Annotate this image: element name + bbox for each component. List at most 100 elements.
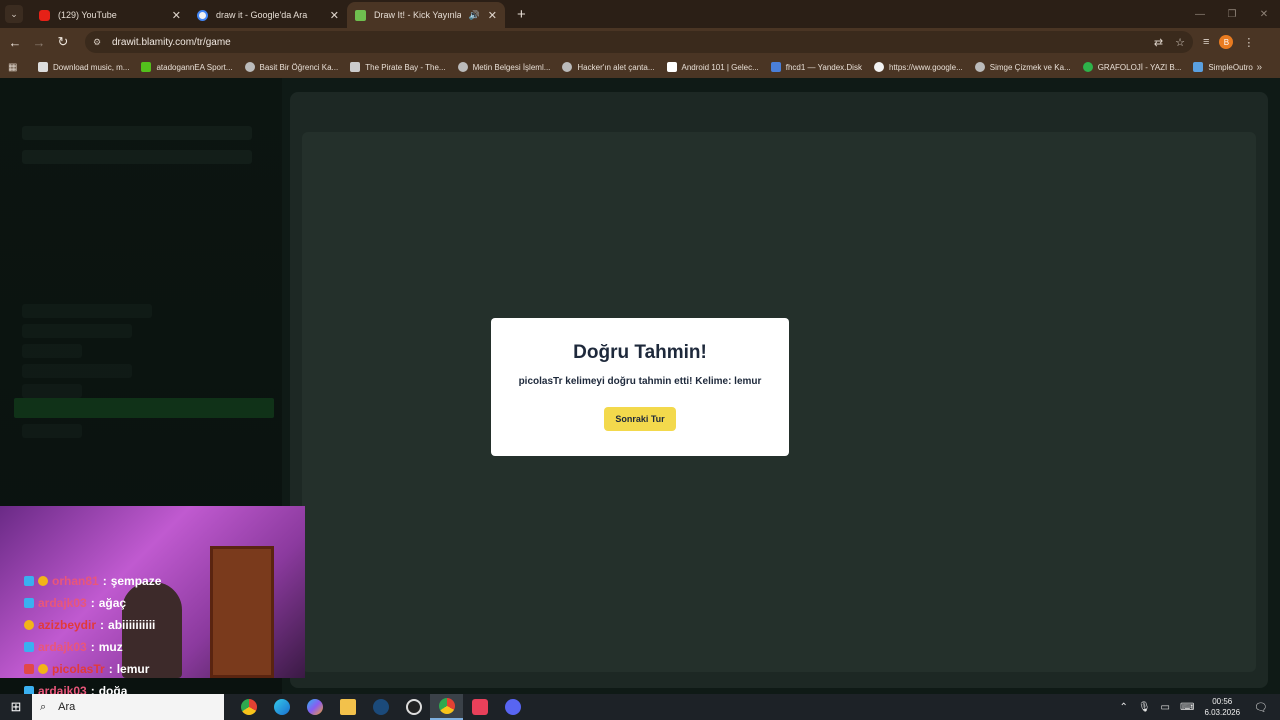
bookmark-item[interactable]: Metin Belgesi İşleml...: [457, 62, 550, 72]
profile-avatar[interactable]: B: [1219, 35, 1234, 49]
bookmark-item[interactable]: Android 101 | Gelec...: [666, 62, 759, 72]
tab-drawit[interactable]: Draw It! - Kick Yayınları İçin 🔊 ✕: [347, 2, 505, 28]
browser-toolbar: ← → ↻ ⚙ drawit.blamity.com/tr/game ⇄ ☆ ≡…: [0, 28, 1280, 56]
chrome-app[interactable]: [232, 694, 265, 720]
pocket-app[interactable]: [463, 694, 496, 720]
bookmark-item[interactable]: fhcd1 — Yandex.Disk: [770, 62, 862, 72]
pirate-bay-icon: [350, 62, 361, 72]
steam-icon: [372, 699, 389, 715]
globe-icon: [244, 62, 255, 72]
chat-text: muz: [98, 640, 123, 654]
address-bar[interactable]: ⚙ drawit.blamity.com/tr/game ⇄ ☆: [85, 31, 1193, 53]
new-tab-button[interactable]: +: [517, 6, 526, 23]
chat-username: ardajk03: [38, 640, 87, 654]
system-tray: ⌃ 🎙 ▭ ⌨ 00:56 6.03.2026 🗨: [1119, 694, 1280, 720]
tab-title: (129) YouTube: [58, 10, 117, 20]
globe-icon: [562, 62, 573, 72]
correct-guess-modal: Doğru Tahmin! picolasTr kelimeyi doğru t…: [491, 318, 789, 456]
edge-icon: [273, 699, 290, 715]
yandex-disk-icon: [770, 62, 781, 72]
folder-icon: [339, 699, 356, 715]
microphone-icon[interactable]: 🎙: [1138, 702, 1151, 713]
chat-separator: :: [102, 574, 107, 588]
close-icon[interactable]: ✕: [488, 9, 497, 22]
game-page: orhan81 : şempaze ardajk03 : ağaç azizbe…: [0, 78, 1280, 694]
tab-youtube[interactable]: (129) YouTube ✕: [31, 2, 189, 28]
badge-icon: [24, 620, 34, 630]
chrome-icon: [240, 699, 257, 715]
window-controls: — ❐ ✕: [1184, 0, 1280, 28]
copilot-app[interactable]: [298, 694, 331, 720]
translate-icon[interactable]: ⇄: [1154, 36, 1163, 49]
player-row: [22, 126, 252, 140]
chat-message: ardajk03 : doğa: [24, 680, 304, 694]
forward-icon[interactable]: →: [27, 35, 51, 50]
edge-app[interactable]: [265, 694, 298, 720]
pocket-icon: [471, 699, 488, 715]
chat-text: ağaç: [98, 596, 127, 610]
chat-history-row: [22, 424, 82, 438]
bookmark-star-icon[interactable]: ☆: [1175, 36, 1185, 49]
reload-icon[interactable]: ↻: [51, 34, 75, 50]
windows-taskbar: ⊞ ⌕ Ara ⌃ 🎙 ▭ ⌨ 00:56 6.03.2026 🗨: [0, 694, 1280, 720]
file-explorer-app[interactable]: [331, 694, 364, 720]
chat-text: şempaze: [110, 574, 162, 588]
clock[interactable]: 00:56 6.03.2026: [1204, 696, 1240, 718]
chevron-up-icon[interactable]: ⌃: [1119, 702, 1127, 713]
notification-icon[interactable]: 🗨: [1254, 701, 1268, 714]
bookmark-item[interactable]: atadogannEA Sport...: [141, 62, 233, 72]
bookmarks-bar: ▦ Download music, m... atadogannEA Sport…: [0, 56, 1280, 78]
bookmark-item[interactable]: GRAFOLOJİ - YAZI B...: [1082, 62, 1181, 72]
next-round-button[interactable]: Sonraki Tur: [604, 407, 676, 431]
chat-history-row: [22, 304, 152, 318]
discord-app[interactable]: [496, 694, 529, 720]
apps-grid-icon[interactable]: ▦: [8, 62, 22, 73]
steam-app[interactable]: [364, 694, 397, 720]
badge-icon: [38, 664, 48, 674]
tab-google[interactable]: draw it - Google'da Ara ✕: [189, 2, 347, 28]
site-info-icon[interactable]: ⚙: [93, 37, 107, 48]
badge-icon: [24, 686, 34, 694]
tab-title: draw it - Google'da Ara: [216, 10, 308, 20]
close-icon[interactable]: ✕: [330, 9, 339, 22]
chrome-profile-app[interactable]: [430, 694, 463, 720]
windows-start-icon[interactable]: ⊞: [0, 694, 32, 720]
bookmark-item[interactable]: SimpleOutro: [1193, 62, 1253, 72]
speaker-icon[interactable]: 🔊: [469, 10, 480, 21]
menu-icon[interactable]: ⋮: [1243, 36, 1254, 49]
chat-username: picolasTr: [52, 662, 105, 676]
chat-history-row: [22, 324, 132, 338]
chat-history-row: [22, 384, 82, 398]
badge-icon: [24, 664, 34, 674]
chat-text: lemur: [116, 662, 150, 676]
kick-icon: [141, 62, 152, 72]
close-window-icon[interactable]: ✕: [1248, 0, 1280, 28]
bookmark-item[interactable]: Hacker'ın alet çanta...: [562, 62, 655, 72]
bookmark-item[interactable]: Download music, m...: [38, 62, 129, 72]
drawit-icon: [355, 9, 366, 21]
chat-username: azizbeydir: [38, 618, 97, 632]
bookmark-item[interactable]: Simge Çizmek ve Ka...: [974, 62, 1071, 72]
chat-separator: :: [108, 662, 113, 676]
google-icon: [873, 62, 884, 72]
more-bookmarks-icon[interactable]: »: [1256, 62, 1262, 73]
bookmark-item[interactable]: https://www.google...: [873, 62, 963, 72]
keyboard-icon[interactable]: ⌨: [1180, 702, 1194, 713]
bookmark-item[interactable]: Basit Bir Öğrenci Ka...: [244, 62, 338, 72]
restore-icon[interactable]: ❐: [1216, 0, 1248, 28]
chat-username: orhan81: [52, 574, 99, 588]
player-row: [22, 150, 252, 164]
media-control-icon[interactable]: ≡: [1203, 36, 1209, 48]
tab-search-button[interactable]: ⌄: [5, 5, 23, 23]
chat-text: abiiiiiiiiii: [108, 618, 156, 632]
bookmark-item[interactable]: The Pirate Bay - The...: [350, 62, 446, 72]
close-icon[interactable]: ✕: [172, 9, 181, 22]
taskbar-search[interactable]: ⌕ Ara: [32, 694, 224, 720]
back-icon[interactable]: ←: [3, 35, 27, 50]
simpleoutro-icon: [1193, 62, 1204, 72]
obs-app[interactable]: [397, 694, 430, 720]
chat-separator: :: [90, 684, 95, 694]
chat-text: doğa: [98, 684, 128, 694]
minimize-icon[interactable]: —: [1184, 0, 1216, 28]
network-icon[interactable]: ▭: [1161, 702, 1170, 713]
